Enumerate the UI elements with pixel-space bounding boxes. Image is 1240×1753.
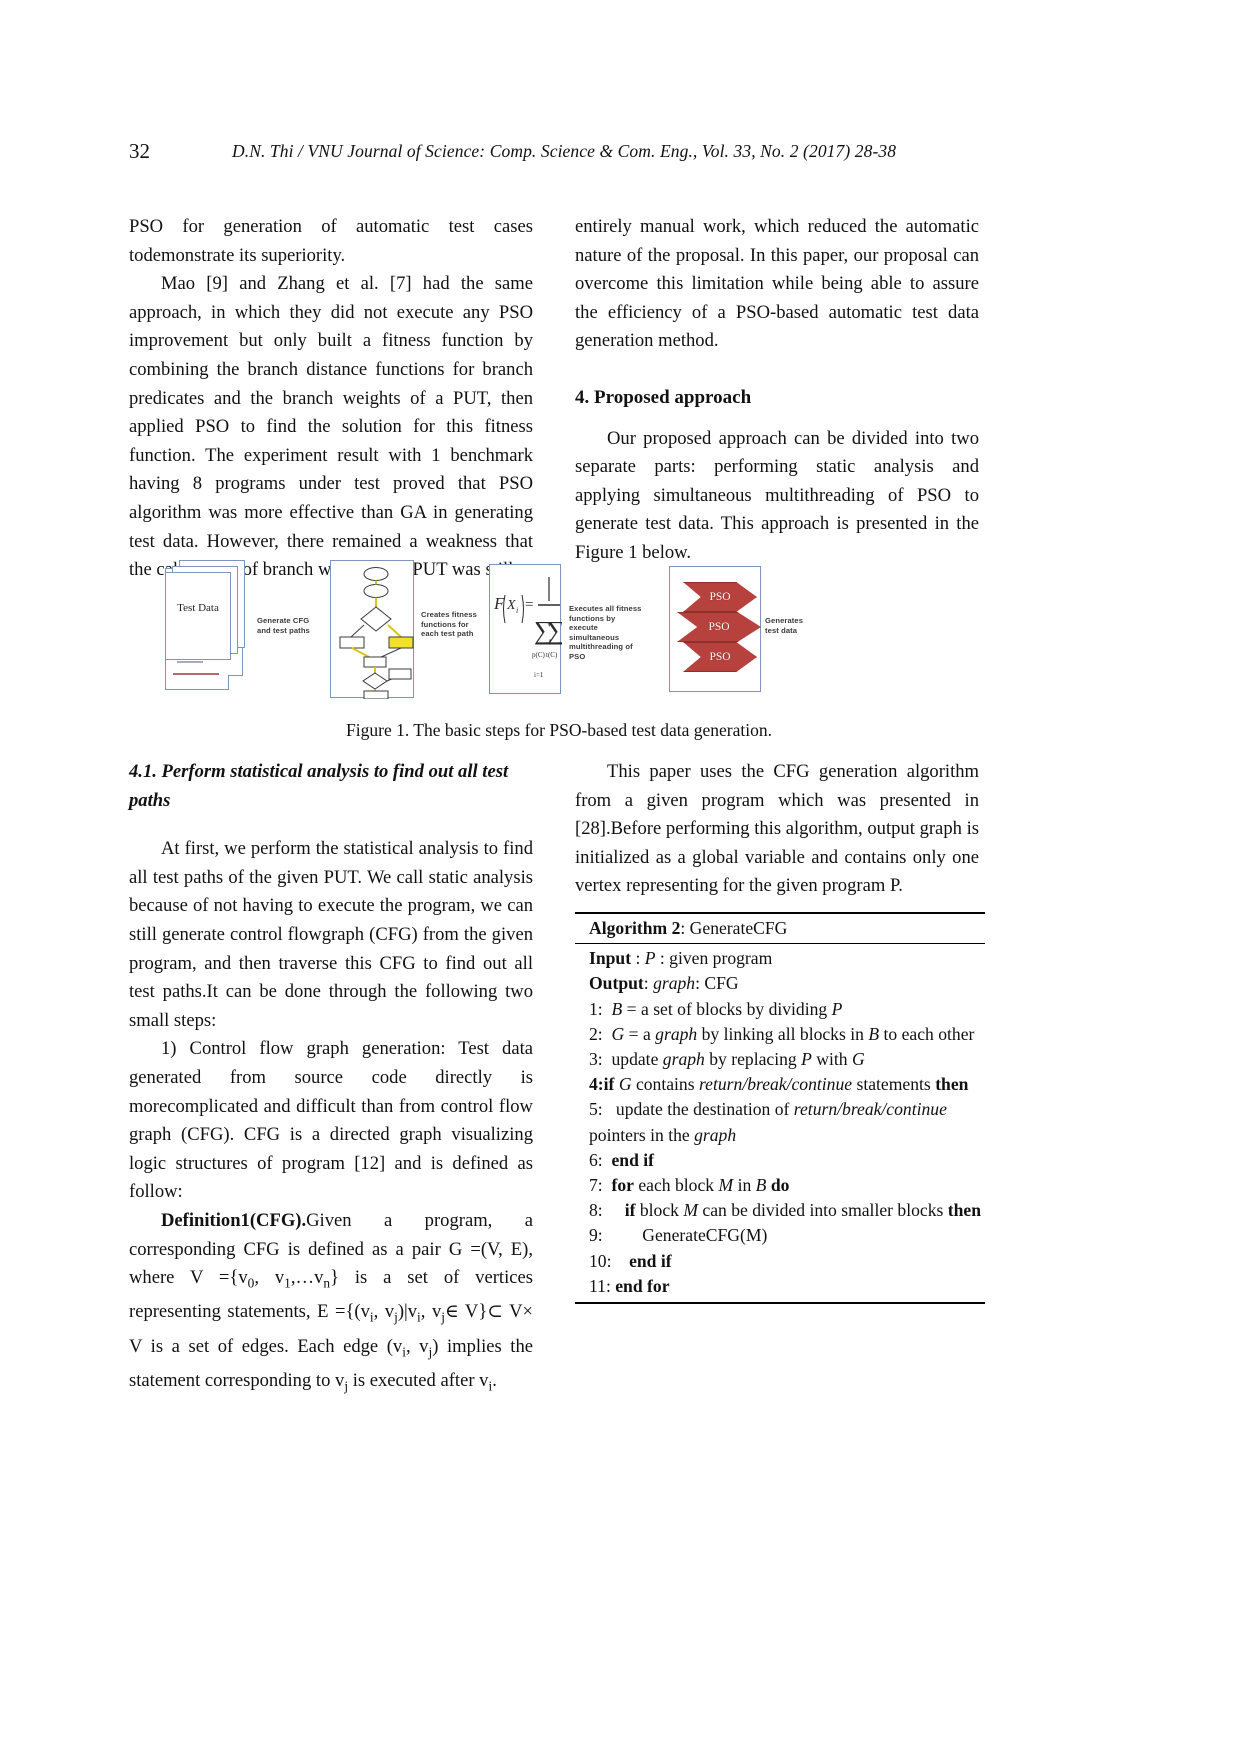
definition-t11: is executed after v — [348, 1370, 489, 1392]
right-column-top: entirely manual work, which reduced the … — [575, 213, 979, 563]
definition-t9: , v — [405, 1335, 429, 1357]
definition-t2: , v — [254, 1267, 285, 1289]
algorithm-step: 6: end if — [589, 1149, 655, 1170]
algorithm-step: 5: update the destination of return/brea… — [589, 1099, 947, 1145]
page-number: 32 — [129, 139, 150, 163]
running-title: D.N. Thi / VNU Journal of Science: Comp.… — [232, 141, 897, 161]
figure-diagram: Generate CFG and test paths Creates fitn… — [165, 560, 889, 700]
paragraph-left-2: Mao [9] and Zhang et al. [7] had the sam… — [129, 273, 533, 581]
definition-t12: . — [492, 1370, 497, 1392]
formula-icon: F X i = ∑ ∑ p(C) t(C) i=1 — [493, 577, 566, 679]
algo-input-tail: : given program — [655, 948, 773, 969]
algorithm-step: 1: B = a set of blocks by dividing P — [589, 998, 843, 1019]
algorithm-step: 7: for each block M in B do — [589, 1175, 790, 1196]
paragraph-right-2: Our proposed approach can be divided int… — [575, 427, 979, 563]
test-data-label: Test Data — [177, 602, 219, 614]
paragraph-left-3: At first, we perform the statistical ana… — [129, 838, 533, 1031]
figure-1: Generate CFG and test paths Creates fitn… — [129, 560, 989, 750]
section-heading-4: 4. Proposed approach — [575, 386, 752, 408]
svg-text:i=1: i=1 — [534, 671, 544, 679]
algorithm-title-rest: : GenerateCFG — [680, 918, 788, 938]
algorithm-input-line: Input : P : given program — [589, 946, 985, 971]
paragraph-right-3: This paper uses the CFG generation algor… — [575, 761, 979, 897]
algo-output-label: Output — [589, 973, 644, 994]
left-column-top: PSO for generation of automatic test cas… — [129, 213, 533, 580]
paragraph-right-1: entirely manual work, which reduced the … — [575, 216, 979, 352]
paragraph-left-1: PSO for generation of automatic test cas… — [129, 216, 533, 266]
figure-label-creates-fitness: Creates fitness functions for each test … — [421, 610, 477, 639]
cfg-graph-icon — [339, 567, 414, 700]
algorithm-step: 8: if block M can be divided into smalle… — [589, 1200, 982, 1221]
algorithm-step: 3: update graph by replacing P with G — [589, 1049, 865, 1070]
definition-label: Definition1(CFG). — [161, 1209, 307, 1231]
algo-input-var: P — [644, 948, 656, 969]
algorithm-step: 11: end for — [589, 1275, 670, 1296]
definition-t7: , v — [420, 1301, 442, 1323]
algo-input-sep: : — [631, 948, 645, 969]
page-canvas: 32 D.N. Thi / VNU Journal of Science: Co… — [0, 0, 1240, 1753]
definition-t3: ,…v — [290, 1267, 324, 1289]
algorithm-steps-list: 1: B = a set of blocks by dividing P 2: G… — [589, 997, 985, 1299]
algorithm-title-bold: Algorithm 2 — [589, 918, 681, 938]
definition-t5: , v — [373, 1301, 395, 1323]
figure-label-executes-all: Executes all fitness functions by execut… — [569, 604, 642, 661]
svg-text:∑: ∑ — [547, 616, 562, 645]
figure-label-generates-test-data: Generates test data — [765, 616, 804, 635]
definition-s2: 1 — [284, 1275, 291, 1291]
algo-output-tail: : CFG — [695, 973, 739, 994]
algorithm-step: 10: end if — [589, 1250, 672, 1271]
right-column-bottom: This paper uses the CFG generation algor… — [575, 758, 979, 908]
algorithm-body: Input : P : given program Output: graph:… — [575, 944, 985, 1302]
paragraph-definition: Definition1(CFG).Given a program, a corr… — [129, 1207, 533, 1401]
algo-output-var: graph — [653, 973, 696, 994]
definition-t6: )|v — [397, 1301, 418, 1323]
left-column-bottom: 4.1. Perform statistical analysis to fin… — [129, 758, 533, 1401]
algorithm-step: 9: GenerateCFG(M) — [589, 1225, 768, 1246]
algorithm-2-block: Algorithm 2: GenerateCFG Input : P : giv… — [575, 912, 985, 1305]
running-head: 32 D.N. Thi / VNU Journal of Science: Co… — [0, 135, 1240, 167]
test-data-stack: Test Data — [165, 560, 245, 664]
algo-output-sep: : — [643, 973, 654, 994]
svg-text:p(C): p(C) — [532, 651, 546, 659]
svg-text:t(C): t(C) — [546, 651, 558, 659]
svg-text:=: = — [525, 597, 533, 613]
cfg-flowchart-box — [330, 560, 414, 700]
algorithm-step: 4:if G contains return/break/continue st… — [589, 1074, 969, 1095]
algorithm-output-line: Output: graph: CFG — [589, 971, 985, 996]
algo-input-label: Input — [589, 948, 632, 969]
figure-label-generate-cfg: Generate CFG and test paths — [257, 616, 310, 635]
figure-caption: Figure 1. The basic steps for PSO-based … — [346, 720, 772, 740]
svg-text:i: i — [516, 606, 518, 615]
subsection-heading-4-1: 4.1. Perform statistical analysis to fin… — [129, 761, 509, 811]
algorithm-step: 2: G = a graph by linking all blocks in … — [589, 1023, 975, 1044]
algo-rule-bottom — [575, 1302, 985, 1305]
svg-text:X: X — [506, 598, 516, 613]
fitness-formula-box: F X i = ∑ ∑ p(C) t(C) i=1 — [489, 564, 566, 694]
algorithm-title: Algorithm 2: GenerateCFG — [575, 914, 985, 943]
paragraph-left-4: 1) Control flow graph generation: Test d… — [129, 1038, 533, 1203]
